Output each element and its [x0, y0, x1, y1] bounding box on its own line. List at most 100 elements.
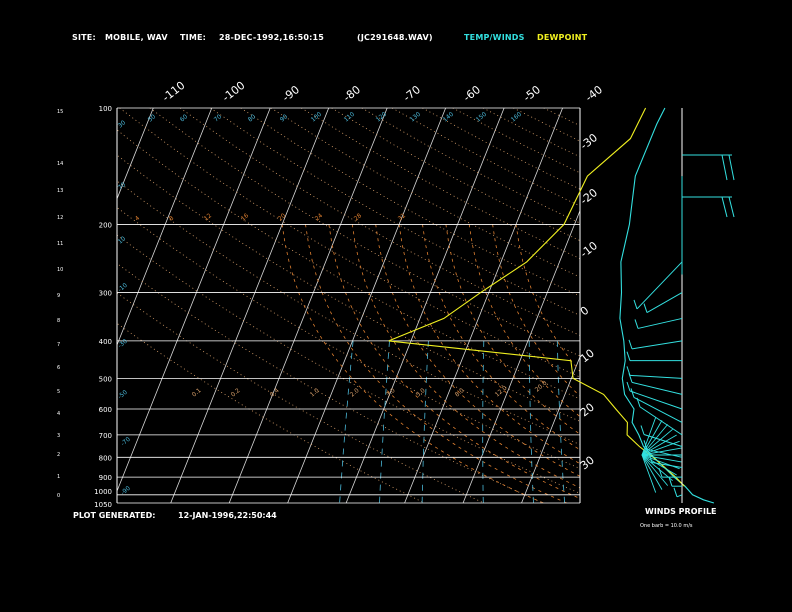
mixing-ratio-line [705, 341, 730, 503]
temp-label-top: -90 [280, 83, 302, 104]
height-label: 13 [57, 188, 63, 194]
temp-label-top: -70 [401, 83, 423, 104]
profile-layer [388, 107, 715, 504]
adiabat-edge-label: -50 [117, 389, 129, 401]
mixing-ratio-line [662, 341, 682, 503]
height-label: 6 [57, 365, 60, 371]
adiabat-edge-label: -30 [117, 338, 129, 350]
theta-e-label: 12 [203, 212, 213, 222]
dry-adiabat-line [117, 234, 580, 494]
pressure-label: 500 [99, 375, 112, 383]
height-label: 2 [57, 452, 60, 458]
mixing-ratio-label: 12.0 [494, 384, 509, 398]
adiabat-edge-label: -10 [117, 282, 129, 294]
temp-label-top: -110 [160, 79, 188, 105]
pressure-label: 300 [99, 290, 112, 298]
wind-barb-flag [721, 196, 728, 218]
mixing-ratio-label: 5.0 [415, 387, 427, 399]
winds-barb-note: One barb = 10.0 m/s [640, 523, 693, 529]
dry-adiabat-line [422, 108, 580, 190]
wind-barb [637, 317, 683, 329]
wind-barb-flag [626, 381, 631, 392]
winds-profile-title: WINDS PROFILE [645, 507, 717, 516]
dry-adiabat-line [391, 108, 580, 207]
isotherm-line [117, 108, 154, 200]
dry-adiabat-line [452, 108, 580, 174]
wind-barb [641, 420, 663, 456]
temp-label-top: -50 [521, 83, 543, 104]
isotherm-line [755, 108, 792, 503]
wind-barb-flag [626, 351, 631, 361]
height-label: 15 [57, 109, 63, 115]
wind-barb-flag [640, 425, 645, 435]
pressure-label: 600 [99, 406, 112, 414]
plot-generated-label: PLOT GENERATED: [73, 511, 156, 520]
temp-label-right: 20 [578, 401, 597, 420]
theta-label: 80 [247, 113, 257, 123]
mixing-ratio-line [482, 340, 485, 503]
dry-adiabat-line [179, 108, 580, 336]
skewt-chart: 1002003004005006007008009001000105001234… [0, 79, 792, 509]
wind-barb-flag [628, 339, 633, 350]
theta-label: 50 [147, 113, 157, 123]
dry-adiabat-line [482, 108, 580, 158]
temp-label-top: -80 [341, 83, 363, 104]
wind-barb [643, 434, 683, 447]
pressure-label: 700 [99, 432, 112, 440]
theta-label: 30 [117, 119, 127, 129]
height-label: 1 [57, 474, 60, 480]
temp-label-top: -40 [583, 83, 605, 104]
mixing-ratio-label: 0.1 [191, 387, 203, 399]
dry-adiabat-line [117, 292, 484, 503]
temp-label-top: -100 [220, 79, 248, 105]
isotherm-line [170, 108, 330, 503]
temp-label-right: -30 [578, 131, 600, 152]
height-label: 7 [57, 342, 60, 348]
theta-label: 100 [310, 111, 323, 124]
mixing-ratio-label: 20.0 [534, 379, 549, 393]
isotherm-line [0, 108, 36, 503]
isotherm-line [697, 108, 792, 503]
theta-e-label: 32 [397, 212, 407, 222]
theta-label: 110 [343, 111, 356, 124]
adiabat-edge-label: -70 [120, 436, 132, 448]
height-label: 5 [57, 389, 60, 395]
theta-label: 160 [510, 111, 523, 124]
theta-label: 150 [475, 111, 488, 124]
isotherm-line [117, 108, 271, 493]
wind-barb-flag [673, 487, 678, 497]
temperature-profile [619, 107, 715, 504]
theta-e-label: 28 [353, 212, 363, 222]
pressure-label: 900 [99, 474, 112, 482]
temp-label-top: -60 [461, 83, 483, 104]
height-label: 10 [57, 267, 63, 273]
height-label: 9 [57, 293, 60, 299]
theta-label: 120 [375, 111, 388, 124]
mixing-ratio-line [379, 340, 390, 503]
theta-e-label: 20 [277, 212, 287, 222]
mixing-ratio-line [421, 340, 429, 503]
mixing-ratio-label: 3.0 [385, 387, 397, 399]
isotherm-line [0, 108, 95, 503]
wind-barb-flag [633, 299, 638, 310]
pressure-label: 1050 [94, 501, 112, 509]
wind-barb-flag [721, 154, 728, 181]
temp-label-right: 30 [578, 454, 597, 473]
adiabat-edge-label: 10 [117, 235, 127, 245]
isotherm-line [117, 108, 213, 347]
wind-barb-flag [634, 319, 639, 329]
moist-adiabat-line [445, 224, 580, 435]
winds-profile-panel [626, 108, 735, 503]
wind-barb [676, 494, 683, 498]
mixing-ratio-line [339, 340, 354, 503]
wind-barb-flag [643, 303, 648, 313]
isotherm-line [228, 108, 388, 503]
wind-barb [629, 374, 683, 379]
dry-adiabat-line [331, 108, 580, 242]
dry-adiabat-line [513, 108, 580, 142]
dry-adiabat-line [270, 108, 580, 278]
wind-barb-flag [628, 373, 633, 383]
dry-adiabat-line [361, 108, 580, 224]
dry-adiabat-line [117, 322, 425, 503]
theta-e-label: 24 [314, 212, 324, 222]
